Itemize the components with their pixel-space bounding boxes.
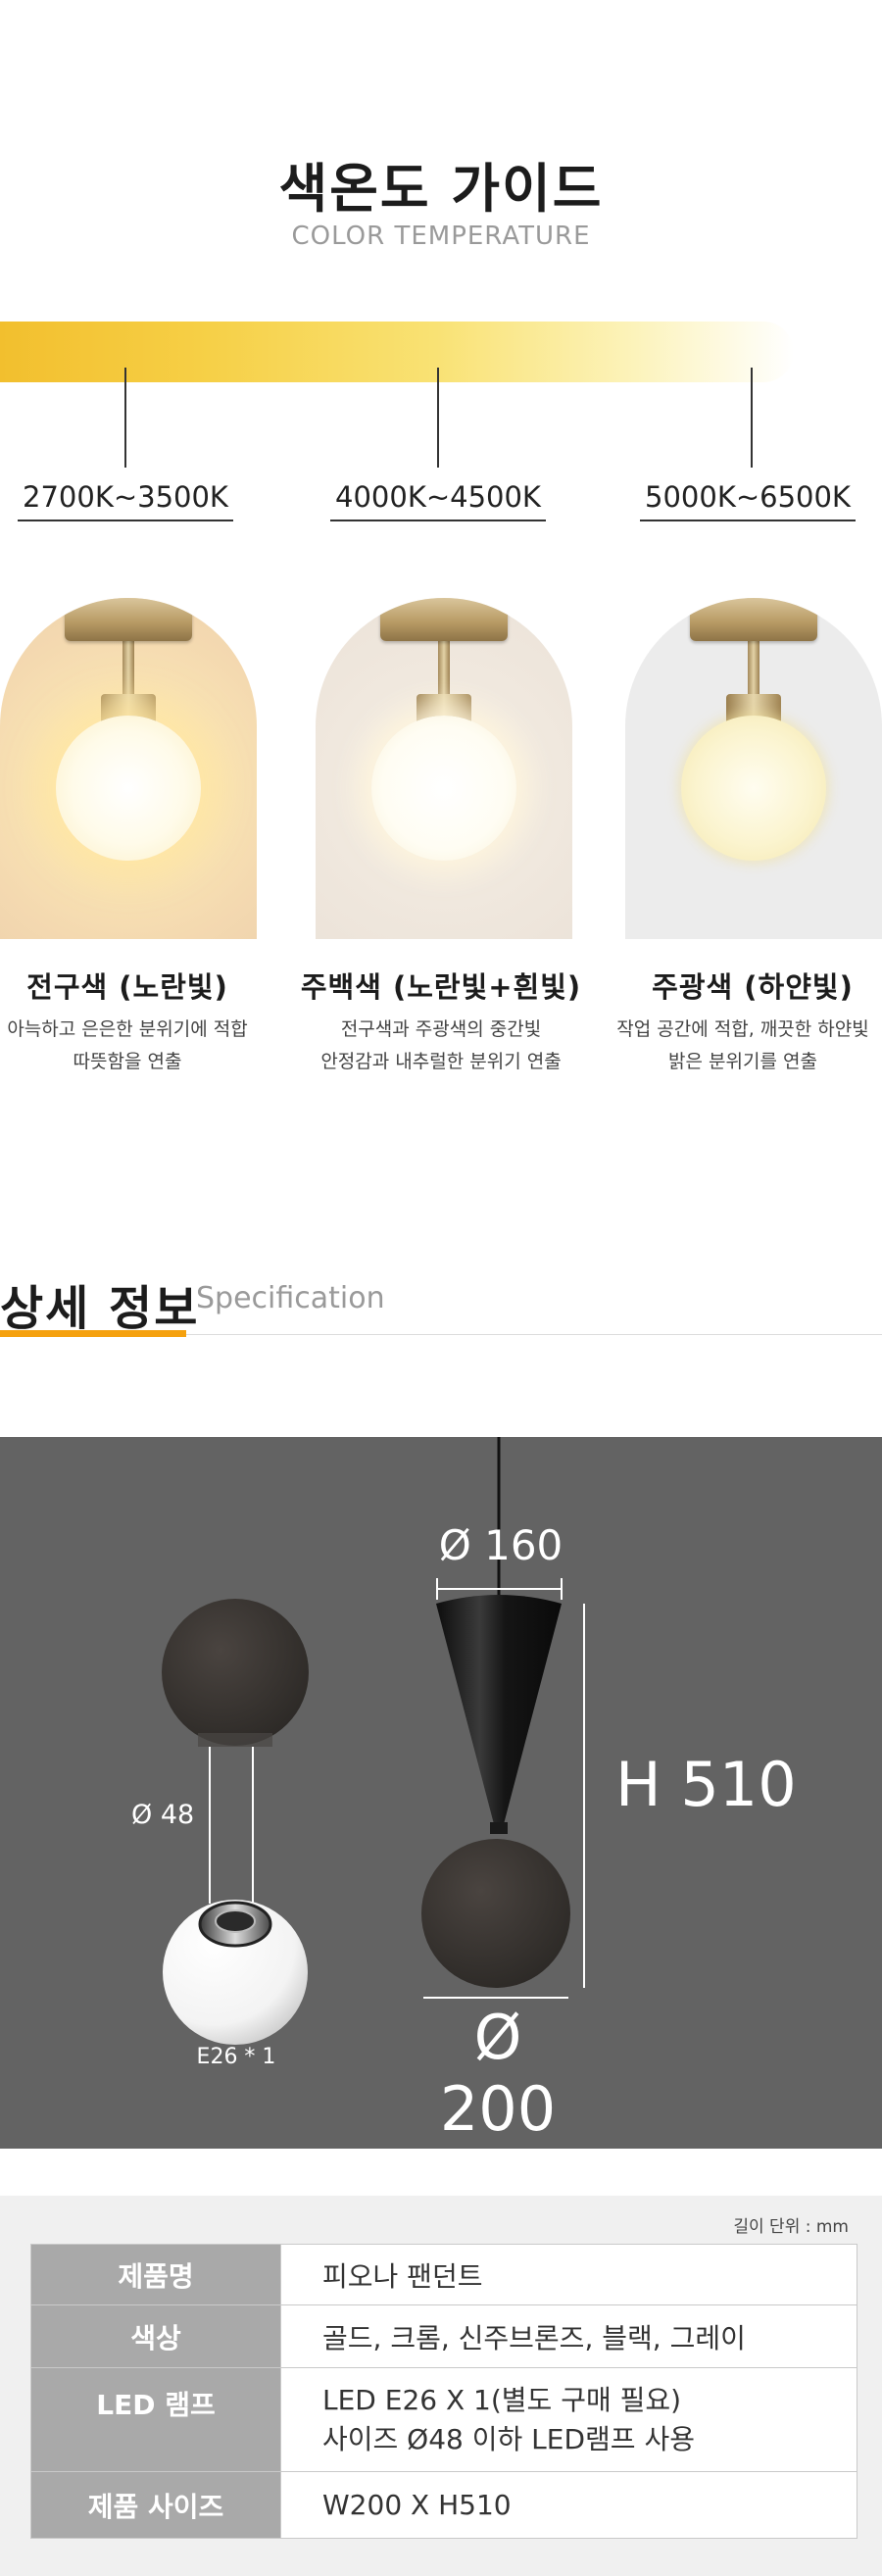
top-width-label: Ø 160 <box>438 1521 564 1569</box>
warm-lamp-name: 전구색 (노란빛) <box>26 970 228 1004</box>
table-row: 제품 사이즈 W200 X H510 <box>30 2471 858 2539</box>
bulb-type-label: E26 * 1 <box>196 2045 276 2069</box>
daylight-lamp-image <box>625 598 882 939</box>
row-label-size: 제품 사이즈 <box>30 2471 281 2539</box>
warm-lamp-desc-line1: 아늑하고 은은한 분위기에 적합 <box>7 1018 248 1040</box>
neutral-lamp-desc-line1: 전구색과 주광색의 중간빛 <box>340 1018 542 1040</box>
neutral-lamp-name: 주백색 (노란빛+흰빛) <box>300 970 582 1004</box>
spec-title-en: Specification <box>196 1281 385 1315</box>
shade-globe-small <box>162 1599 309 1747</box>
temp-tick-2 <box>437 368 439 468</box>
guide-title: 색온도 가이드 <box>278 158 604 220</box>
row-value-lamp-line2: 사이즈 Ø48 이하 LED램프 사용 <box>322 2422 695 2455</box>
row-value-lamp: LED E26 X 1(별도 구매 필요) 사이즈 Ø48 이하 LED램프 사… <box>280 2367 858 2472</box>
daylight-lamp-desc-line2: 밝은 분위기를 연출 <box>668 1051 817 1072</box>
row-value-color: 골드, 크롬, 신주브론즈, 블랙, 그레이 <box>280 2304 858 2368</box>
daylight-lamp-desc: 작업 공간에 적합, 깨끗한 하얀빛 밝은 분위기를 연출 <box>586 1014 882 1078</box>
row-label-lamp: LED 램프 <box>30 2367 281 2472</box>
neutral-lamp-image <box>316 598 572 939</box>
spec-table: 제품명 피오나 팬던트 색상 골드, 크롬, 신주브론즈, 블랙, 그레이 LE… <box>30 2244 858 2539</box>
spec-title: 상세 정보 <box>0 1281 200 1336</box>
temp-range-daylight: 5000K~6500K <box>640 480 856 521</box>
neutral-lamp-desc-line2: 안정감과 내추럴한 분위기 연출 <box>320 1051 562 1072</box>
dimension-diagram: Ø 160 H 510 Ø 200 Ø 48 E26 * 1 <box>0 1437 882 2149</box>
daylight-lamp-name: 주광색 (하얀빛) <box>652 970 854 1004</box>
led-bulb <box>163 1900 308 2045</box>
color-temperature-bar <box>0 322 794 382</box>
height-label: H 510 <box>615 1749 797 1820</box>
row-value-name: 피오나 팬던트 <box>280 2244 858 2305</box>
warm-lamp-desc-line2: 따뜻함을 연출 <box>73 1051 182 1072</box>
unit-note: 길이 단위 : mm <box>733 2217 849 2237</box>
row-label-color: 색상 <box>30 2304 281 2368</box>
row-value-size: W200 X H510 <box>280 2471 858 2539</box>
table-row: 제품명 피오나 팬던트 <box>30 2244 858 2305</box>
temp-range-warm: 2700K~3500K <box>18 480 233 521</box>
row-label-name: 제품명 <box>30 2244 281 2305</box>
neutral-lamp-desc: 전구색과 주광색의 중간빛 안정감과 내추럴한 분위기 연출 <box>294 1014 588 1078</box>
warm-lamp-desc: 아늑하고 은은한 분위기에 적합 따뜻함을 연출 <box>0 1014 274 1078</box>
spec-title-underline <box>0 1330 186 1337</box>
globe-width-label: Ø 200 <box>439 2002 557 2145</box>
daylight-lamp-desc-line1: 작업 공간에 적합, 깨끗한 하얀빛 <box>616 1018 869 1040</box>
warm-lamp-image <box>0 598 257 939</box>
guide-subtitle: COLOR TEMPERATURE <box>291 222 591 251</box>
pendant-globe <box>421 1839 570 1988</box>
temp-range-neutral: 4000K~4500K <box>330 480 546 521</box>
temp-tick-1 <box>124 368 126 468</box>
row-value-lamp-line1: LED E26 X 1(별도 구매 필요) <box>322 2383 682 2416</box>
socket-size-label: Ø 48 <box>131 1800 195 1830</box>
table-row: LED 램프 LED E26 X 1(별도 구매 필요) 사이즈 Ø48 이하 … <box>30 2367 858 2472</box>
table-row: 색상 골드, 크롬, 신주브론즈, 블랙, 그레이 <box>30 2304 858 2368</box>
temp-tick-3 <box>751 368 753 468</box>
pendant-cone <box>436 1595 562 1834</box>
